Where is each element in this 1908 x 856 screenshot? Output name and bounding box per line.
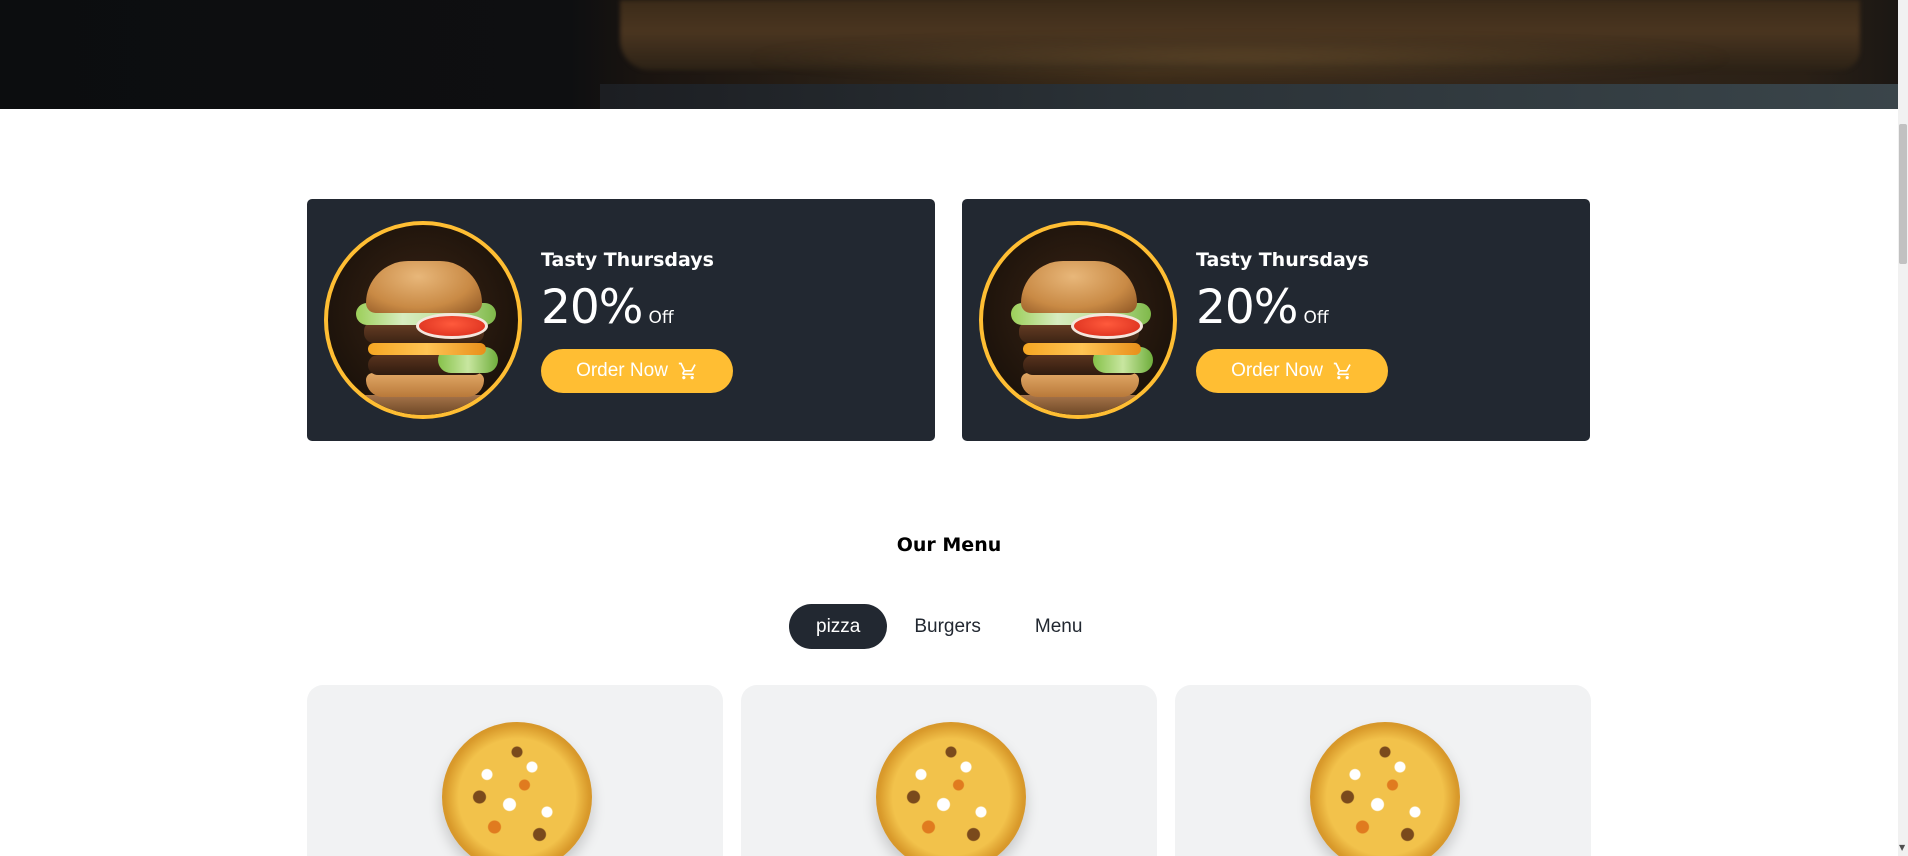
- offer-card: Tasty Thursdays 20% Off Order Now: [962, 199, 1590, 441]
- scrollbar-thumb[interactable]: [1899, 124, 1907, 264]
- offer-off-label: Off: [1303, 308, 1329, 328]
- offer-off-label: Off: [648, 308, 674, 328]
- offer-percent: 20%: [1196, 280, 1298, 335]
- filter-pizza[interactable]: pizza: [789, 604, 888, 649]
- product-card[interactable]: [307, 685, 723, 856]
- pizza-image: [442, 722, 592, 856]
- shopping-cart-icon: [1333, 361, 1353, 381]
- menu-filters: pizza Burgers Menu: [789, 604, 1109, 649]
- hero-banner: [0, 0, 1898, 109]
- product-card[interactable]: [1175, 685, 1591, 856]
- product-card[interactable]: [741, 685, 1157, 856]
- offer-card: Tasty Thursdays 20% Off Order Now: [307, 199, 935, 441]
- pizza-image: [1310, 722, 1460, 856]
- menu-heading: Our Menu: [896, 534, 1002, 556]
- page-scrollbar[interactable]: ▼: [1898, 0, 1908, 856]
- offer-burger-image: [979, 221, 1177, 419]
- hero-shelf: [600, 84, 1898, 109]
- shopping-cart-icon: [678, 361, 698, 381]
- filter-menu[interactable]: Menu: [1008, 604, 1110, 649]
- offer-discount: 20% Off: [1196, 283, 1556, 333]
- offer-content: Tasty Thursdays 20% Off: [1196, 247, 1556, 333]
- burger-illustration: [328, 225, 518, 415]
- offer-content: Tasty Thursdays 20% Off: [541, 247, 901, 333]
- offer-burger-image: [324, 221, 522, 419]
- order-now-button[interactable]: Order Now: [541, 349, 733, 393]
- pizza-image: [876, 722, 1026, 856]
- offer-discount: 20% Off: [541, 283, 901, 333]
- offer-title: Tasty Thursdays: [1196, 249, 1369, 271]
- burger-illustration: [983, 225, 1173, 415]
- order-now-label: Order Now: [576, 360, 668, 381]
- offer-percent: 20%: [541, 280, 643, 335]
- filter-burgers[interactable]: Burgers: [887, 604, 1008, 649]
- hero-glow: [740, 38, 1740, 78]
- offer-title: Tasty Thursdays: [541, 249, 714, 271]
- scroll-down-arrow-icon[interactable]: ▼: [1899, 844, 1905, 852]
- order-now-button[interactable]: Order Now: [1196, 349, 1388, 393]
- order-now-label: Order Now: [1231, 360, 1323, 381]
